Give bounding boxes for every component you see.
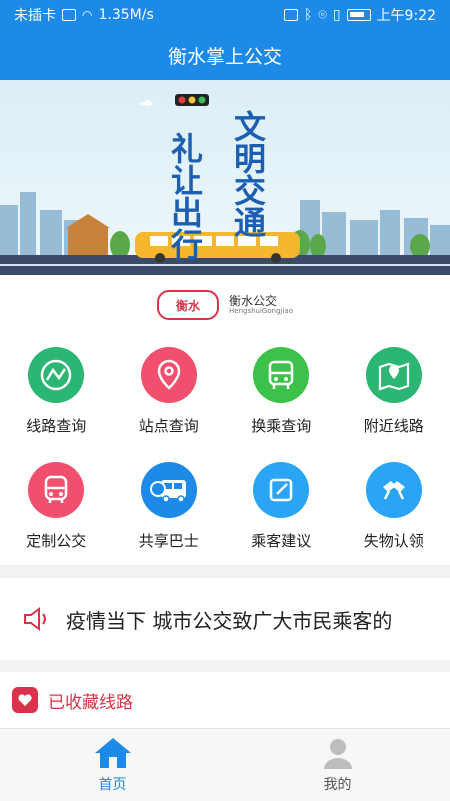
tab-home[interactable]: 首页 — [0, 729, 225, 801]
nfc-icon — [284, 9, 298, 21]
lost-found-label: 失物认领 — [364, 530, 424, 551]
route-icon — [28, 347, 84, 403]
nearby-routes-label: 附近线路 — [364, 415, 424, 436]
battery-icon — [347, 9, 371, 21]
stop-query-button[interactable]: 站点查询 — [113, 335, 226, 450]
app-title: 衡水掌上公交 — [168, 42, 282, 69]
status-bar: 未插卡 ◠ 1.35M/s ᛒ ⌾ ▯ 上午9:22 — [0, 0, 450, 30]
network-speed: 1.35M/s — [98, 7, 153, 23]
transfer-query-label: 换乘查询 — [251, 415, 311, 436]
notice-bar[interactable]: 疫情当下 城市公交致广大市民乘客的 — [0, 578, 450, 660]
shared-bus-label: 共享巴士 — [139, 530, 199, 551]
route-query-button[interactable]: 线路查询 — [0, 335, 113, 450]
location-icon: ⌾ — [318, 7, 326, 23]
passenger-suggestion-label: 乘客建议 — [251, 530, 311, 551]
tab-home-label: 首页 — [99, 774, 127, 794]
brand-logo: 衡水 衡水公交 HengshuiGongjiao — [0, 275, 450, 335]
custom-bus-icon — [28, 462, 84, 518]
custom-bus-label: 定制公交 — [26, 530, 86, 551]
profile-icon — [321, 736, 355, 770]
speaker-icon — [22, 604, 52, 634]
vibrate-icon: ▯ — [333, 7, 341, 23]
banner-image[interactable]: 礼让出行 文明交通 — [0, 80, 450, 275]
wifi-icon: ◠ — [82, 8, 92, 22]
tab-mine-label: 我的 — [324, 774, 352, 794]
custom-bus-button[interactable]: 定制公交 — [0, 450, 113, 565]
nearby-map-icon — [366, 347, 422, 403]
brand-name: 衡水公交 — [229, 295, 293, 308]
brand-pinyin: HengshuiGongjiao — [229, 308, 293, 316]
banner-illustration: 礼让出行 文明交通 — [0, 80, 450, 275]
tab-mine[interactable]: 我的 — [225, 729, 450, 801]
lost-found-button[interactable]: 失物认领 — [338, 450, 450, 565]
sim-icon — [62, 9, 76, 21]
lost-found-icon — [366, 462, 422, 518]
favorite-routes-label: 已收藏线路 — [48, 688, 133, 713]
location-pin-icon — [141, 347, 197, 403]
bottom-tab-bar: 首页 我的 — [0, 728, 450, 801]
nearby-routes-button[interactable]: 附近线路 — [338, 335, 450, 450]
logo-mark: 衡水 — [157, 290, 219, 320]
shared-bus-icon — [141, 462, 197, 518]
edit-note-icon — [253, 462, 309, 518]
favorite-routes-row[interactable]: 已收藏线路 — [0, 672, 450, 728]
route-query-label: 线路查询 — [26, 415, 86, 436]
slogan-right: 文明交通 — [229, 109, 267, 238]
bus-transfer-icon — [253, 347, 309, 403]
app-title-bar: 衡水掌上公交 — [0, 30, 450, 80]
bluetooth-icon: ᛒ — [304, 7, 312, 23]
passenger-suggestion-button[interactable]: 乘客建议 — [225, 450, 338, 565]
shared-bus-button[interactable]: 共享巴士 — [113, 450, 226, 565]
home-icon — [93, 736, 133, 770]
function-grid: 线路查询 站点查询 换乘查询 附近线路 定制公交 共享巴士 乘客建议 — [0, 335, 450, 565]
notice-text: 疫情当下 城市公交致广大市民乘客的 — [66, 605, 392, 634]
slogan-left: 礼让出行 — [166, 132, 204, 260]
heart-icon — [12, 687, 38, 713]
transfer-query-button[interactable]: 换乘查询 — [225, 335, 338, 450]
clock: 上午9:22 — [377, 5, 436, 25]
stop-query-label: 站点查询 — [139, 415, 199, 436]
carrier-text: 未插卡 — [14, 5, 56, 25]
